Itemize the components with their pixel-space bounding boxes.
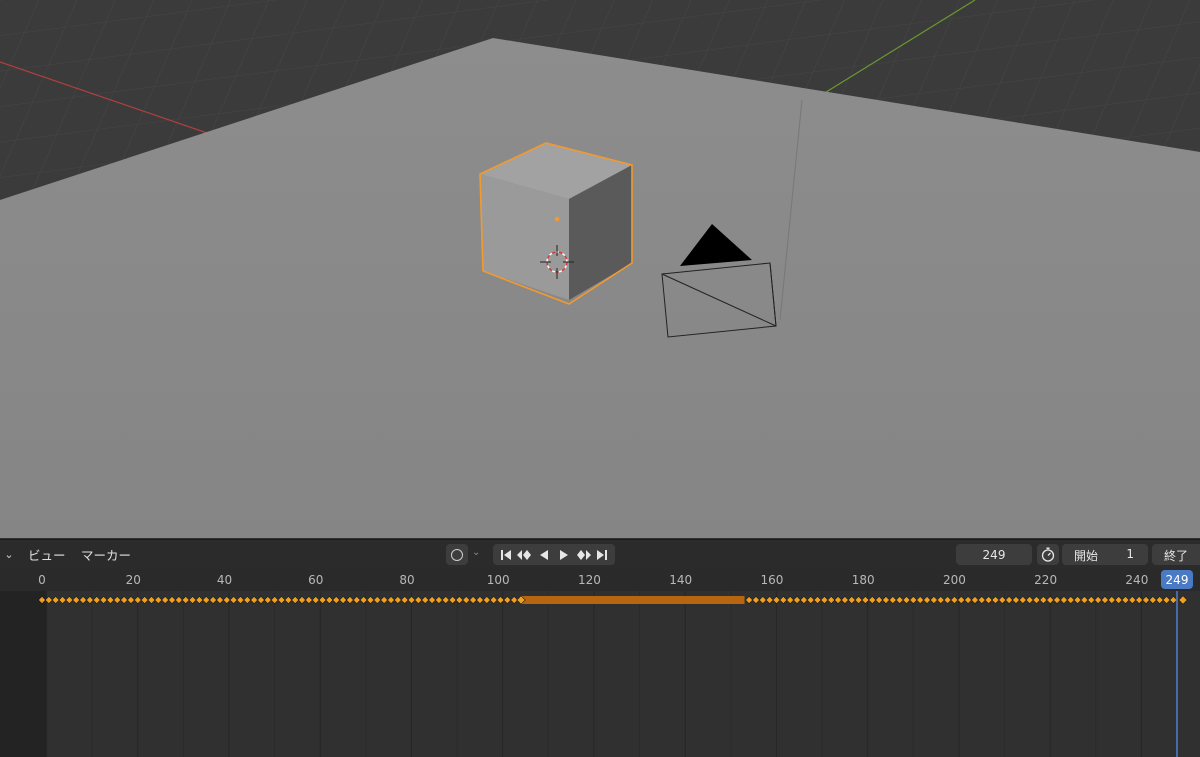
end-frame-field[interactable]: 終了	[1152, 544, 1200, 565]
menu-view[interactable]: ビュー	[28, 540, 66, 569]
3d-viewport[interactable]	[0, 0, 1200, 538]
play-button[interactable]	[554, 544, 573, 565]
current-frame-field[interactable]: 249	[956, 544, 1032, 565]
frame-tick-label: 40	[217, 573, 232, 587]
frame-tick-label: 200	[943, 573, 966, 587]
frame-tick-label: 180	[852, 573, 875, 587]
editor-type-selector[interactable]: ⌄	[0, 540, 18, 569]
jump-to-prev-keyframe-button[interactable]	[515, 544, 534, 565]
keying-ring-icon	[451, 548, 463, 561]
start-frame-field[interactable]: 開始 1	[1062, 544, 1148, 565]
viewport-scene[interactable]	[0, 0, 1200, 538]
jump-to-end-button[interactable]	[593, 544, 612, 565]
frame-tick-label: 240	[1125, 573, 1148, 587]
timeline-header: ⌄ ビュー マーカー ⌄ 249 開始 1 終了	[0, 539, 1200, 569]
jump-to-end-icon	[597, 549, 608, 560]
chevron-down-icon[interactable]: ⌄	[472, 547, 480, 558]
playhead-frame-label: 249	[1166, 573, 1189, 587]
out-of-range-region	[0, 569, 46, 757]
keying-button[interactable]	[446, 544, 468, 565]
frame-tick-label: 80	[399, 573, 414, 587]
playback-controls	[493, 544, 615, 565]
frame-tick-label: 140	[669, 573, 692, 587]
jump-to-next-keyframe-button[interactable]	[573, 544, 592, 565]
menu-marker[interactable]: マーカー	[81, 540, 131, 569]
frame-tick-label: 120	[578, 573, 601, 587]
use-preview-range-button[interactable]	[1037, 544, 1059, 565]
frame-tick-label: 100	[487, 573, 510, 587]
frame-tick-label: 160	[760, 573, 783, 587]
jump-to-next-keyframe-icon	[576, 549, 591, 560]
chevron-down-icon: ⌄	[4, 548, 14, 561]
stopwatch-icon	[1041, 547, 1055, 562]
timeline-canvas[interactable]: 0 20 40 60 80 100 120 140 160 180 200 220 240 249	[0, 569, 1200, 757]
frame-tick-label: 220	[1034, 573, 1057, 587]
frame-tick-label: 0	[38, 573, 46, 587]
jump-to-start-button[interactable]	[496, 544, 515, 565]
frame-tick-label: 20	[126, 573, 141, 587]
frame-tick-label: 60	[308, 573, 323, 587]
object-origin	[554, 216, 560, 222]
play-icon	[559, 549, 568, 560]
jump-to-prev-keyframe-icon	[516, 549, 531, 560]
play-reverse-button[interactable]	[535, 544, 554, 565]
play-reverse-icon	[540, 549, 549, 560]
timeline-area[interactable]: 0 20 40 60 80 100 120 140 160 180 200 220 240 249	[0, 569, 1200, 757]
jump-to-start-icon	[500, 549, 511, 560]
hold-bar	[521, 596, 745, 604]
